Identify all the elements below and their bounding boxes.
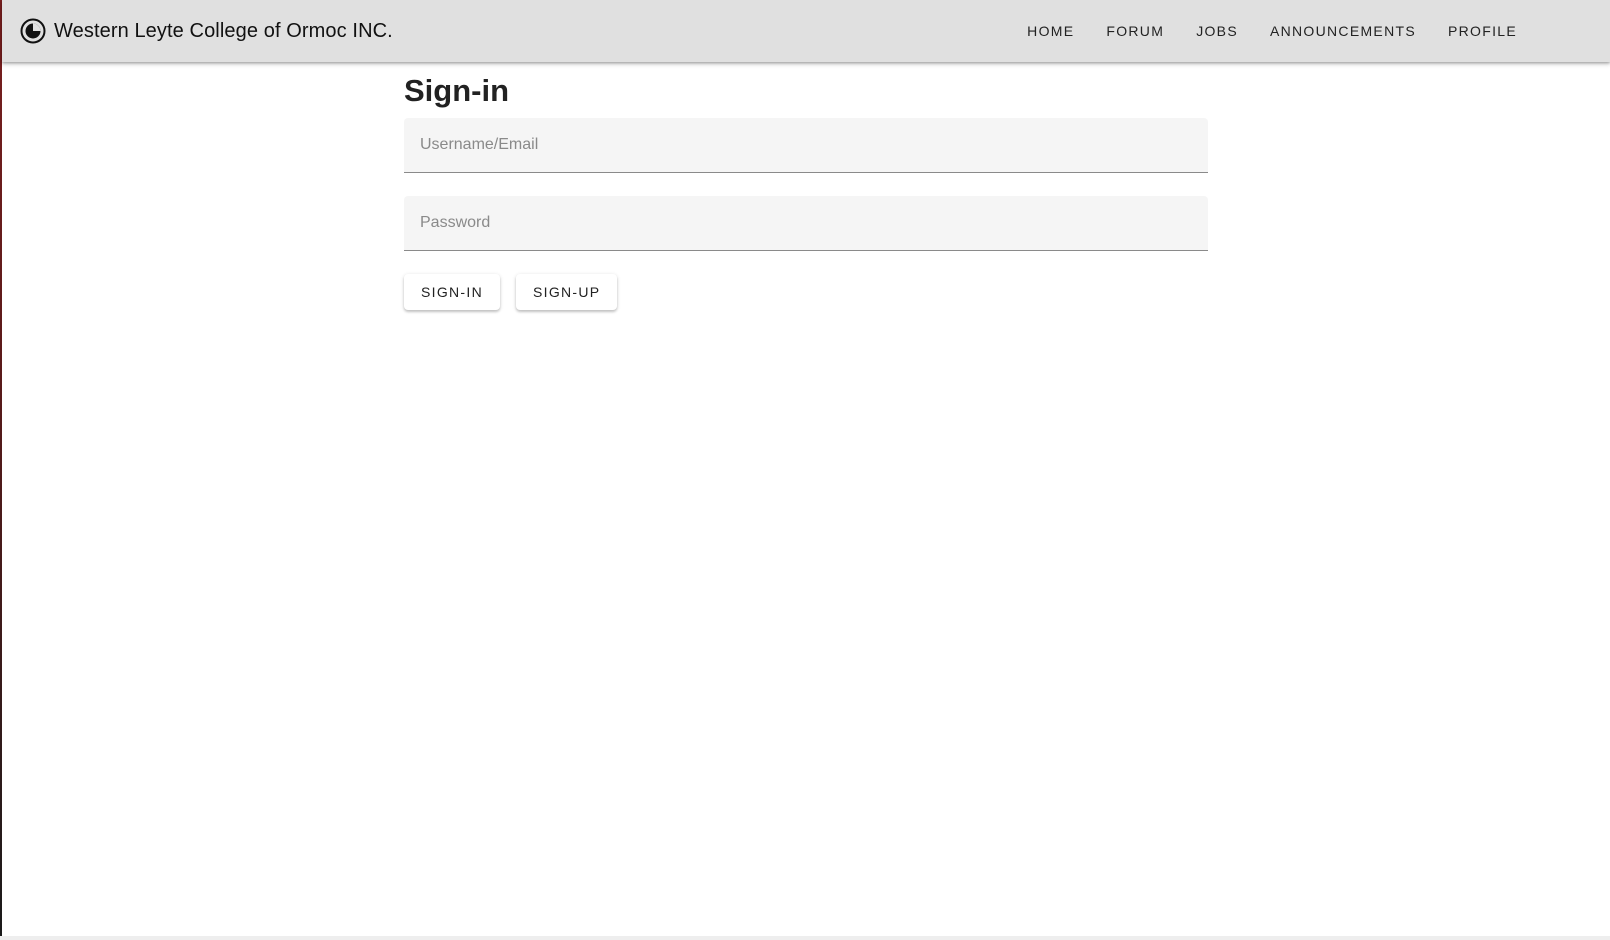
- nav-profile[interactable]: PROFILE: [1432, 15, 1533, 47]
- circle-half-icon: [20, 18, 46, 44]
- signin-form: Sign-in SIGN-IN SIGN-UP: [404, 64, 1208, 310]
- password-field-container: [404, 196, 1208, 251]
- form-actions: SIGN-IN SIGN-UP: [404, 274, 1208, 310]
- signup-button[interactable]: SIGN-UP: [516, 274, 618, 310]
- password-input[interactable]: [404, 196, 1208, 250]
- username-input[interactable]: [404, 118, 1208, 172]
- signin-button[interactable]: SIGN-IN: [404, 274, 500, 310]
- window-bottom-edge: [0, 936, 1610, 940]
- nav-forum[interactable]: FORUM: [1090, 15, 1180, 47]
- username-field-container: [404, 118, 1208, 173]
- nav-announcements[interactable]: ANNOUNCEMENTS: [1254, 15, 1432, 47]
- page-title: Sign-in: [404, 73, 510, 108]
- brand[interactable]: Western Leyte College of Ormoc INC.: [20, 18, 393, 44]
- nav-home[interactable]: HOME: [1011, 15, 1090, 47]
- app-title: Western Leyte College of Ormoc INC.: [54, 19, 393, 42]
- top-nav: HOME FORUM JOBS ANNOUNCEMENTS PROFILE: [1011, 0, 1533, 62]
- window-left-edge: [0, 0, 2, 938]
- nav-jobs[interactable]: JOBS: [1180, 15, 1254, 47]
- app-bar: Western Leyte College of Ormoc INC. HOME…: [2, 0, 1610, 62]
